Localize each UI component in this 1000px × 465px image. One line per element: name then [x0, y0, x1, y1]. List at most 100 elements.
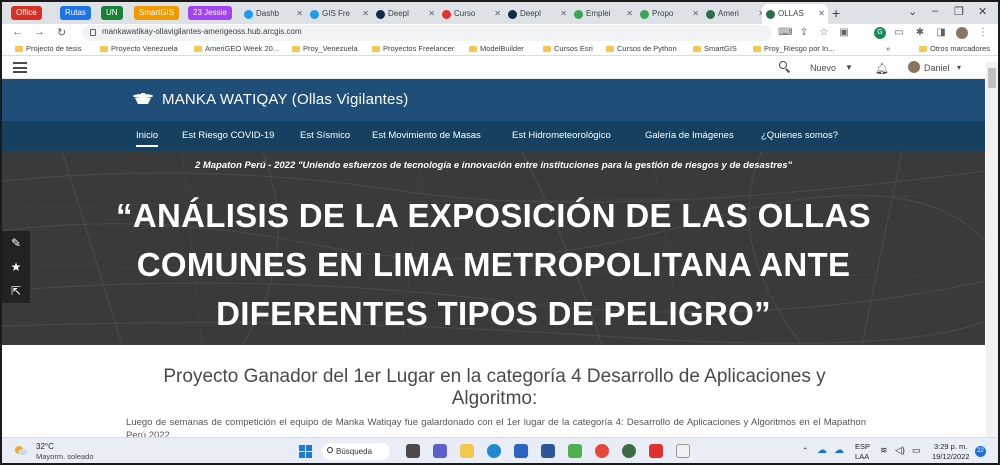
tab-group-un[interactable]: UN [101, 6, 123, 20]
nav-inicio[interactable]: Inicio [136, 130, 159, 147]
tab-propuesta[interactable]: Propo ✕ [636, 4, 702, 24]
clock-date[interactable]: 19/12/2022 [932, 452, 970, 461]
share-icon[interactable]: ⇱ [2, 279, 30, 303]
bookmark-item[interactable]: Proyecto Venezuela [100, 43, 178, 55]
new-button[interactable]: Nuevo [810, 63, 836, 73]
folder-icon [194, 46, 202, 52]
close-icon[interactable]: ✕ [362, 4, 369, 24]
sidepanel-icon[interactable]: ◨ [935, 27, 947, 39]
bookmark-item[interactable]: Proyectos Freelancer [372, 43, 454, 55]
other-bookmarks[interactable]: Otros marcadores [919, 43, 990, 55]
tab-group-jessie[interactable]: 23 Jessie [188, 6, 232, 20]
battery-icon[interactable]: ▭ [912, 445, 921, 456]
language-bottom[interactable]: LAA [855, 452, 869, 461]
chrome-icon[interactable] [595, 444, 609, 458]
caret-down-icon[interactable]: ▾ [957, 63, 961, 72]
collapse-icon[interactable]: ⌄ [908, 5, 917, 18]
url-field[interactable]: mankawatikay-ollavigilantes-amerigeoss.h… [82, 25, 772, 41]
bookmark-item[interactable]: Cursos Esri [543, 43, 593, 55]
close-icon[interactable]: ✕ [692, 4, 699, 24]
maximize-icon[interactable]: ❐ [954, 5, 964, 18]
new-tab-icon[interactable]: + [832, 5, 840, 21]
teams-icon[interactable] [433, 444, 447, 458]
bookmark-item[interactable]: SmartGIS [693, 43, 737, 55]
user-menu[interactable]: Daniel [924, 63, 950, 73]
edit-pencil-icon[interactable]: ✎ [2, 231, 30, 255]
edge-icon[interactable] [487, 444, 501, 458]
file-explorer-icon[interactable] [460, 444, 474, 458]
close-icon[interactable]: ✕ [818, 4, 825, 24]
close-icon[interactable]: ✕ [626, 4, 633, 24]
tab-dashboard[interactable]: Dashb ✕ [240, 4, 306, 24]
close-icon[interactable]: ✕ [428, 4, 435, 24]
start-button-icon[interactable] [299, 445, 312, 458]
kebab-menu-icon[interactable]: ⋮ [977, 27, 989, 39]
volume-icon[interactable]: ◁) [895, 445, 905, 456]
app-icon[interactable] [622, 444, 636, 458]
tab-group-smartgis[interactable]: SmartGIS [134, 6, 180, 20]
acrobat-icon[interactable] [649, 444, 663, 458]
scrollbar[interactable] [986, 62, 998, 437]
close-icon[interactable]: ✕ [560, 4, 567, 24]
clock-time[interactable]: 3:29 p. m. [934, 442, 967, 451]
tab-gis-free[interactable]: GIS Fre ✕ [306, 4, 372, 24]
word-icon[interactable] [541, 444, 555, 458]
close-icon[interactable]: ✕ [296, 4, 303, 24]
bookmark-item[interactable]: Proy_Riesgo por In... [753, 43, 834, 55]
nav-quienes-somos[interactable]: ¿Quienes somos? [761, 130, 838, 141]
language-top[interactable]: ESP [855, 442, 870, 451]
tab-deepl-1[interactable]: Deepl ✕ [372, 4, 438, 24]
bookmark-item[interactable]: Projecto de tesis [15, 43, 81, 55]
taskbar-search[interactable]: Búsqueda [322, 443, 390, 460]
window-close-icon[interactable]: ✕ [978, 5, 987, 18]
nav-movimiento-masas[interactable]: Est Movimiento de Masas [372, 130, 481, 141]
share-icon[interactable]: ⇪ [798, 27, 810, 39]
bookmarks-overflow-button[interactable]: » [886, 43, 890, 55]
onedrive-icon[interactable]: ☁ [817, 445, 827, 456]
cloud-icon[interactable]: ☁ [834, 445, 844, 456]
avatar[interactable] [908, 61, 920, 73]
minimize-icon[interactable]: – [932, 5, 938, 17]
notifications-badge[interactable]: 22 [975, 446, 986, 457]
tab-group-office[interactable]: Office [11, 6, 42, 20]
bookmark-item[interactable]: Cursos de Python [606, 43, 677, 55]
forward-arrow-icon[interactable]: → [34, 26, 45, 38]
close-icon[interactable]: ✕ [494, 4, 501, 24]
tab-empleo[interactable]: Emplei ✕ [570, 4, 636, 24]
bell-icon[interactable]: 🔔︎ [875, 62, 889, 75]
translate-icon[interactable]: ⌨ [778, 27, 792, 39]
nav-riesgo-covid[interactable]: Est Riesgo COVID-19 [182, 130, 274, 141]
caret-down-icon[interactable]: ▼ [845, 63, 853, 72]
favorite-star-icon[interactable]: ★ [2, 255, 30, 279]
hamburger-menu-icon[interactable] [13, 62, 27, 73]
bookmark-star-icon[interactable]: ☆ [818, 27, 830, 39]
tab-curso[interactable]: Curso ✕ [438, 4, 504, 24]
chevron-up-icon[interactable]: ⌃ [802, 446, 808, 455]
app-icon[interactable] [568, 444, 582, 458]
tab-group-rutas[interactable]: Rutas [60, 6, 91, 20]
search-icon[interactable] [779, 61, 791, 73]
app-icon[interactable] [676, 444, 690, 458]
store-icon[interactable] [514, 444, 528, 458]
back-arrow-icon[interactable]: ← [12, 26, 23, 38]
nav-sismico[interactable]: Est Sísmico [300, 130, 350, 141]
scrollbar-thumb[interactable] [988, 68, 996, 88]
tab-amerigeo[interactable]: Ameri ✕ [702, 4, 768, 24]
puzzle-icon[interactable]: ✱ [914, 27, 926, 39]
grammarly-icon[interactable]: G [874, 27, 886, 39]
bookmark-item[interactable]: Proy_Venezuela [292, 43, 358, 55]
weather-sun-icon[interactable] [14, 445, 28, 455]
profile-avatar-icon[interactable] [956, 27, 968, 39]
tab-deepl-2[interactable]: Deepl ✕ [504, 4, 570, 24]
nav-galeria[interactable]: Galería de Imágenes [645, 130, 734, 141]
tab-ollas-active[interactable]: OLLAS ✕ [762, 4, 828, 24]
nav-hidrometeorologico[interactable]: Est Hidrometeorológico [512, 130, 611, 141]
screen-capture-icon[interactable]: ▭ [893, 27, 905, 39]
task-view-icon[interactable] [406, 444, 420, 458]
extension-icon[interactable]: ▣ [838, 27, 850, 39]
globe-icon [766, 10, 775, 19]
reload-icon[interactable]: ↻ [57, 26, 66, 39]
bookmark-item[interactable]: AmeriGEO Week 20... [194, 43, 279, 55]
wifi-icon[interactable]: ≋ [880, 445, 888, 456]
bookmark-item[interactable]: ModelBuilder [469, 43, 524, 55]
